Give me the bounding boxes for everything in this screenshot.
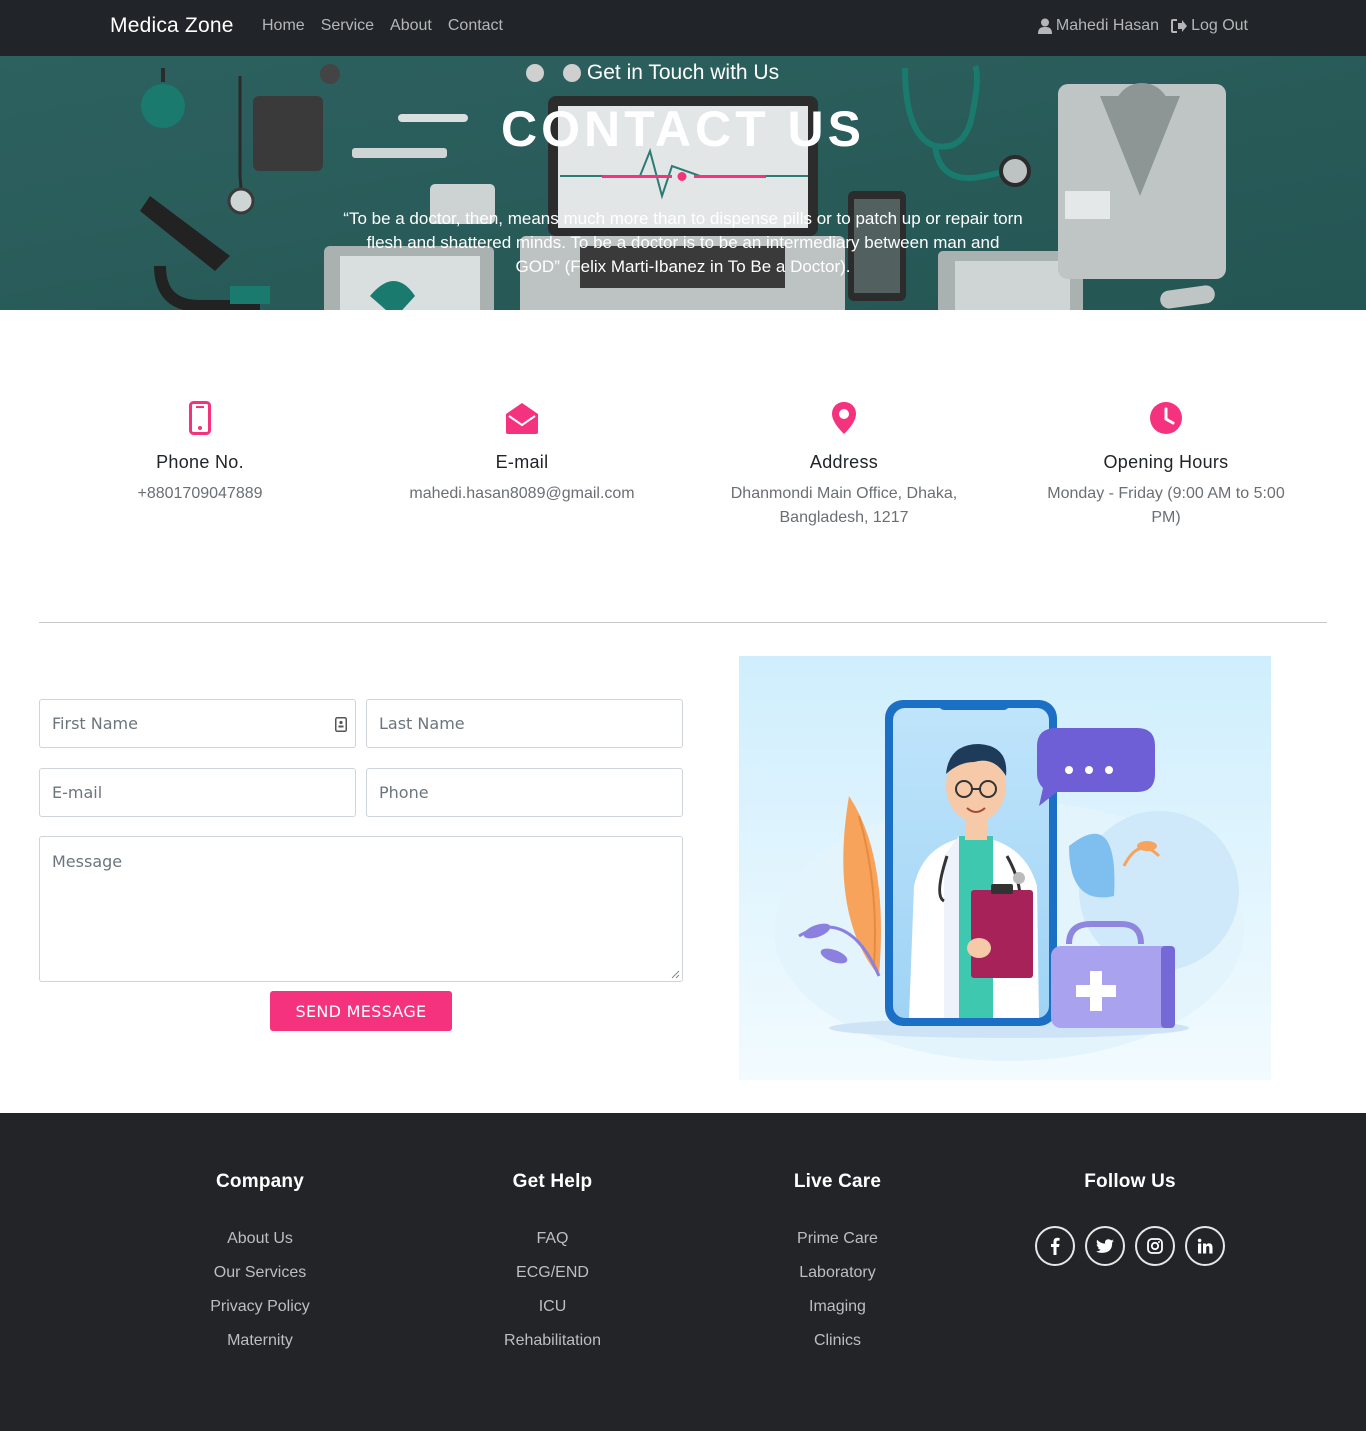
footer-heading: Live Care (793, 1171, 882, 1192)
doctor-illustration (739, 656, 1271, 1080)
first-name-input[interactable]: First Name (39, 699, 356, 748)
email-placeholder: E-mail (52, 783, 103, 802)
facebook-icon (1051, 1237, 1060, 1255)
twitter-icon (1096, 1238, 1114, 1253)
clock-icon (1150, 402, 1182, 434)
footer-heading: Follow Us (1084, 1171, 1176, 1192)
first-name-placeholder: First Name (52, 714, 138, 733)
site-footer: Company About Us Our Services Privacy Po… (0, 1113, 1366, 1431)
info-card-email: E-mail mahedi.hasan8089@gmail.com (361, 400, 683, 530)
logout-label: Log Out (1191, 17, 1248, 34)
footer-heading: Company (216, 1171, 304, 1192)
social-links (1016, 1226, 1244, 1266)
info-title: Opening Hours (1103, 452, 1229, 472)
twitter-button[interactable] (1085, 1226, 1125, 1266)
last-name-placeholder: Last Name (379, 714, 465, 733)
user-icon (1037, 18, 1052, 34)
footer-link[interactable]: Laboratory (780, 1261, 895, 1295)
linkedin-button[interactable] (1185, 1226, 1225, 1266)
message-placeholder: Message (52, 852, 123, 871)
user-profile-link[interactable]: Mahedi Hasan (1037, 17, 1160, 35)
footer-column-follow-us: Follow Us (1016, 1171, 1244, 1266)
info-value: mahedi.hasan8089@gmail.com (409, 485, 635, 502)
hero-quote: “To be a doctor, then, means much more t… (343, 209, 1023, 276)
linkedin-icon (1197, 1238, 1213, 1254)
footer-column-company: Company About Us Our Services Privacy Po… (200, 1171, 320, 1363)
contact-card-icon (335, 717, 347, 732)
mobile-phone-icon (189, 401, 211, 435)
nav-links: Home Service About Contact (262, 17, 519, 35)
info-card-phone: Phone No. +8801709047889 (39, 400, 361, 530)
facebook-button[interactable] (1035, 1226, 1075, 1266)
last-name-input[interactable]: Last Name (366, 699, 683, 748)
page-title: CONTACT US (500, 101, 866, 157)
resize-handle-icon[interactable] (671, 970, 680, 979)
info-title: E-mail (495, 452, 549, 472)
message-textarea[interactable]: Message (39, 836, 683, 982)
footer-column-live-care: Live Care Prime Care Laboratory Imaging … (780, 1171, 895, 1363)
phone-placeholder: Phone (379, 783, 429, 802)
footer-link[interactable]: Prime Care (780, 1227, 895, 1261)
instagram-icon (1147, 1238, 1163, 1254)
title-divider (602, 172, 766, 181)
hero-banner: Get in Touch with Us CONTACT US “To be a… (0, 56, 1366, 310)
nav-user-area: Mahedi Hasan Log Out (1026, 17, 1248, 35)
info-card-hours: Opening Hours Monday - Friday (9:00 AM t… (1005, 400, 1327, 530)
info-title: Address (809, 452, 879, 472)
nav-service-link[interactable]: Service (321, 17, 374, 35)
footer-column-get-help: Get Help FAQ ECG/END ICU Rehabilitation (490, 1171, 615, 1363)
footer-link[interactable]: Imaging (780, 1295, 895, 1329)
info-value: Dhanmondi Main Office, Dhaka, Bangladesh… (730, 485, 958, 526)
hero-subtitle: Get in Touch with Us (586, 61, 780, 84)
footer-link[interactable]: Our Services (200, 1261, 320, 1295)
footer-link[interactable]: ECG/END (490, 1261, 615, 1295)
navbar: Medica Zone Home Service About Contact M… (0, 0, 1366, 56)
nav-about-link[interactable]: About (390, 17, 432, 35)
nav-contact-link[interactable]: Contact (448, 17, 503, 35)
logout-link[interactable]: Log Out (1171, 17, 1248, 35)
section-divider (39, 622, 1327, 623)
instagram-button[interactable] (1135, 1226, 1175, 1266)
footer-heading: Get Help (512, 1171, 593, 1192)
sign-out-icon (1171, 19, 1188, 33)
contact-info-section: Phone No. +8801709047889 E-mail mahedi.h… (39, 400, 1327, 530)
footer-link[interactable]: Rehabilitation (490, 1329, 615, 1363)
info-value: +8801709047889 (137, 485, 263, 502)
info-value: Monday - Friday (9:00 AM to 5:00 PM) (1047, 485, 1285, 526)
user-name: Mahedi Hasan (1055, 17, 1160, 34)
envelope-open-icon (506, 403, 538, 434)
footer-link[interactable]: Clinics (780, 1329, 895, 1363)
map-marker-icon (832, 402, 856, 434)
email-input[interactable]: E-mail (39, 768, 356, 817)
phone-input[interactable]: Phone (366, 768, 683, 817)
footer-link[interactable]: FAQ (490, 1227, 615, 1261)
footer-link[interactable]: Privacy Policy (200, 1295, 320, 1329)
info-card-address: Address Dhanmondi Main Office, Dhaka, Ba… (683, 400, 1005, 530)
footer-link[interactable]: About Us (200, 1227, 320, 1261)
info-title: Phone No. (156, 452, 244, 472)
footer-link[interactable]: Maternity (200, 1329, 320, 1363)
nav-home-link[interactable]: Home (262, 17, 305, 35)
brand-logo[interactable]: Medica Zone (110, 14, 234, 38)
send-message-button[interactable]: SEND MESSAGE (270, 991, 452, 1031)
footer-link[interactable]: ICU (490, 1295, 615, 1329)
